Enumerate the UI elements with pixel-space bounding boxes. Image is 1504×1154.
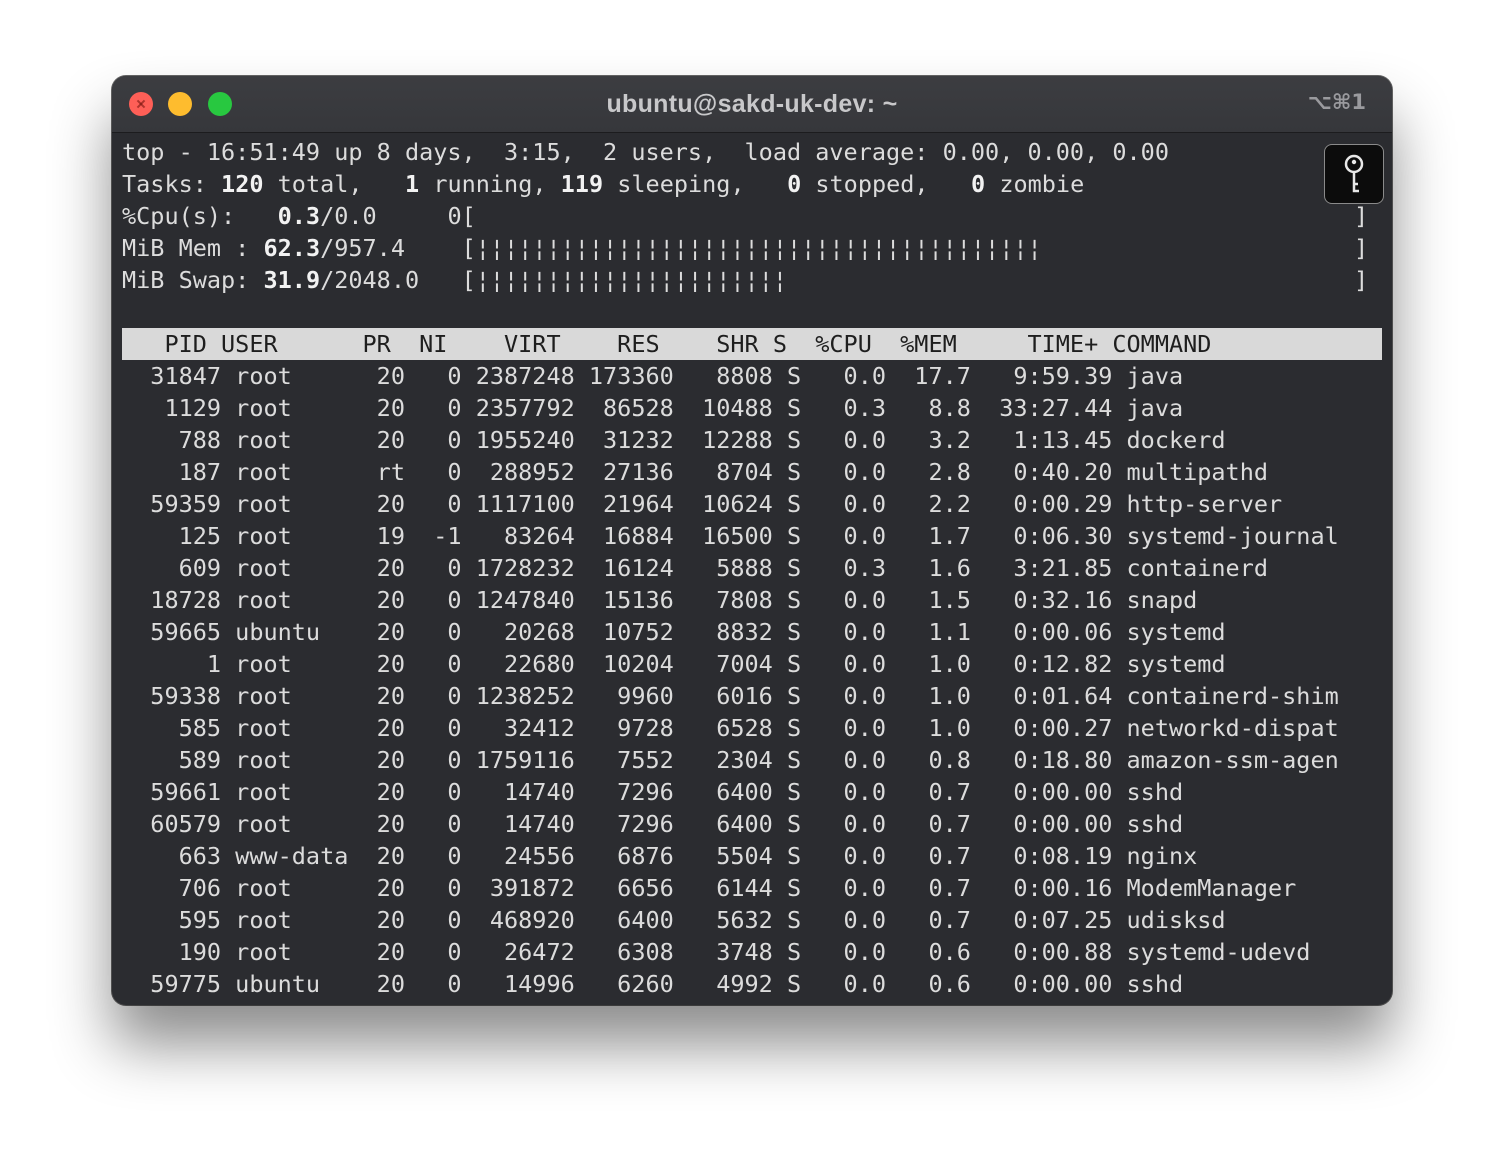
- cpu-bar-prefix: 0[: [447, 202, 476, 230]
- tasks-label: Tasks:: [122, 170, 207, 198]
- process-row: 589 root 20 0 1759116 7552 2304 S 0.0 0.…: [122, 746, 1339, 774]
- mem-line: MiB Mem : 62.3/957.4 [¦¦¦¦¦¦¦¦¦¦¦¦¦¦¦¦¦¦…: [122, 232, 1392, 264]
- tasks-stopped: 0: [787, 170, 802, 198]
- swap-bar-close: ]: [1354, 266, 1369, 294]
- tasks-zombie: 0: [971, 170, 986, 198]
- process-row: 663 www-data 20 0 24556 6876 5504 S 0.0 …: [122, 842, 1198, 870]
- tasks-running: 1: [405, 170, 420, 198]
- process-row: 125 root 19 -1 83264 16884 16500 S 0.0 1…: [122, 522, 1339, 550]
- swap-label: MiB Swap:: [122, 266, 250, 294]
- tasks-zombie-label: zombie: [999, 170, 1085, 198]
- process-row: 59661 root 20 0 14740 7296 6400 S 0.0 0.…: [122, 778, 1184, 806]
- process-row: 31847 root 20 0 2387248 173360 8808 S 0.…: [122, 362, 1184, 390]
- process-row: 59665 ubuntu 20 0 20268 10752 8832 S 0.0…: [122, 618, 1226, 646]
- process-row: 59338 root 20 0 1238252 9960 6016 S 0.0 …: [122, 682, 1339, 710]
- tasks-total-label: total,: [277, 170, 363, 198]
- process-row: 1129 root 20 0 2357792 86528 10488 S 0.3…: [122, 394, 1184, 422]
- process-row: 59359 root 20 0 1117100 21964 10624 S 0.…: [122, 490, 1283, 518]
- terminal-window: ubuntu@sakd-uk-dev: ~ ⌥⌘1 top - 16:51:49…: [112, 76, 1392, 1005]
- process-table-body: 31847 root 20 0 2387248 173360 8808 S 0.…: [122, 360, 1392, 1000]
- process-row: 609 root 20 0 1728232 16124 5888 S 0.3 1…: [122, 554, 1269, 582]
- swap-used: 31.9: [263, 266, 321, 294]
- swap-bar: [¦¦¦¦¦¦¦¦¦¦¦¦¦¦¦¦¦¦¦¦¦¦: [461, 266, 788, 294]
- process-row: 1 root 20 0 22680 10204 7004 S 0.0 1.0 0…: [122, 650, 1226, 678]
- swap-line: MiB Swap: 31.9/2048.0 [¦¦¦¦¦¦¦¦¦¦¦¦¦¦¦¦¦…: [122, 264, 1392, 296]
- terminal-output[interactable]: top - 16:51:49 up 8 days, 3:15, 2 users,…: [122, 136, 1392, 1000]
- swap-total: /2048.0: [320, 266, 420, 294]
- tasks-running-label: running,: [433, 170, 547, 198]
- process-row: 788 root 20 0 1955240 31232 12288 S 0.0 …: [122, 426, 1226, 454]
- mem-used: 62.3: [263, 234, 321, 262]
- mem-bar: [¦¦¦¦¦¦¦¦¦¦¦¦¦¦¦¦¦¦¦¦¦¦¦¦¦¦¦¦¦¦¦¦¦¦¦¦¦¦¦…: [461, 234, 1042, 262]
- cpu-rest: /0.0: [320, 202, 377, 230]
- mem-bar-close: ]: [1354, 234, 1369, 262]
- process-row: 190 root 20 0 26472 6308 3748 S 0.0 0.6 …: [122, 938, 1311, 966]
- cpu-line: %Cpu(s): 0.3/0.0 0[]: [122, 200, 1392, 232]
- tasks-total: 120: [221, 170, 264, 198]
- cpu-bar-close: ]: [1354, 202, 1369, 230]
- process-row: 706 root 20 0 391872 6656 6144 S 0.0 0.7…: [122, 874, 1297, 902]
- tasks-line: Tasks: 120 total, 1 running, 119 sleepin…: [122, 168, 1392, 200]
- cpu-label: %Cpu(s):: [122, 202, 236, 230]
- window-title: ubuntu@sakd-uk-dev: ~: [606, 90, 898, 118]
- cpu-value: 0.3: [277, 202, 321, 230]
- process-row: 18728 root 20 0 1247840 15136 7808 S 0.0…: [122, 586, 1198, 614]
- title-bar[interactable]: ubuntu@sakd-uk-dev: ~ ⌥⌘1: [112, 76, 1392, 133]
- top-summary-line: top - 16:51:49 up 8 days, 3:15, 2 users,…: [122, 138, 1169, 166]
- process-row: 595 root 20 0 468920 6400 5632 S 0.0 0.7…: [122, 906, 1226, 934]
- process-row: 59775 ubuntu 20 0 14996 6260 4992 S 0.0 …: [122, 970, 1184, 998]
- process-row: 187 root rt 0 288952 27136 8704 S 0.0 2.…: [122, 458, 1269, 486]
- mem-total: /957.4: [320, 234, 405, 262]
- tasks-sleeping-label: sleeping,: [617, 170, 745, 198]
- process-row: 585 root 20 0 32412 9728 6528 S 0.0 1.0 …: [122, 714, 1339, 742]
- process-row: 60579 root 20 0 14740 7296 6400 S 0.0 0.…: [122, 810, 1184, 838]
- tasks-stopped-label: stopped,: [815, 170, 929, 198]
- window-shortcut: ⌥⌘1: [1307, 90, 1366, 114]
- tasks-sleeping: 119: [560, 170, 604, 198]
- mem-label: MiB Mem :: [122, 234, 250, 262]
- process-table-header: PID USER PR NI VIRT RES SHR S %CPU %MEM …: [122, 328, 1382, 360]
